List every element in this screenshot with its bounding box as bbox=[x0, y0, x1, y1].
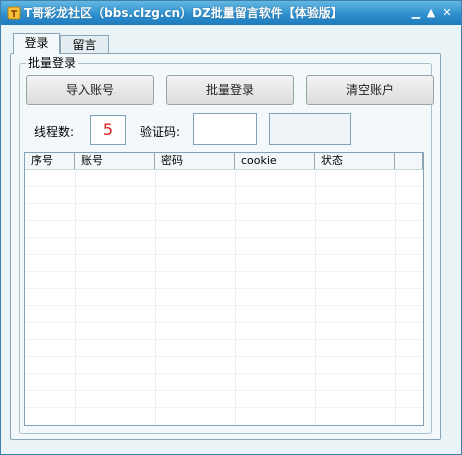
column-divider bbox=[75, 169, 76, 425]
window-title: T哥彩龙社区（bbs.clzg.cn）DZ批量留言软件【体验版】 bbox=[24, 6, 343, 20]
clear-accounts-button[interactable]: 清空账户 bbox=[306, 75, 434, 105]
threads-label: 线程数: bbox=[34, 125, 75, 139]
batch-login-button[interactable]: 批量登录 bbox=[166, 75, 294, 105]
row-divider bbox=[25, 288, 423, 289]
accounts-table[interactable]: 序号 账号 密码 cookie 状态 bbox=[24, 152, 424, 426]
column-divider bbox=[315, 169, 316, 425]
row-divider bbox=[25, 339, 423, 340]
column-header-cookie[interactable]: cookie bbox=[235, 153, 315, 169]
group-title: 批量登录 bbox=[26, 55, 79, 71]
row-divider bbox=[25, 237, 423, 238]
row-divider bbox=[25, 407, 423, 408]
tab-message[interactable]: 留言 bbox=[60, 35, 109, 54]
captcha-image[interactable] bbox=[269, 113, 351, 145]
column-divider bbox=[235, 169, 236, 425]
column-header-index[interactable]: 序号 bbox=[25, 153, 75, 169]
column-divider bbox=[395, 169, 396, 425]
row-divider bbox=[25, 305, 423, 306]
app-icon bbox=[7, 6, 21, 20]
row-divider bbox=[25, 356, 423, 357]
table-header: 序号 账号 密码 cookie 状态 bbox=[25, 153, 423, 170]
tab-login[interactable]: 登录 bbox=[13, 33, 60, 54]
title-bar[interactable]: T哥彩龙社区（bbs.clzg.cn）DZ批量留言软件【体验版】 ▁ ▲ ✕ bbox=[1, 1, 461, 25]
column-header-spacer bbox=[395, 153, 423, 169]
row-divider bbox=[25, 203, 423, 204]
row-divider bbox=[25, 254, 423, 255]
threads-input[interactable]: 5 bbox=[90, 115, 126, 145]
row-divider bbox=[25, 271, 423, 272]
row-divider bbox=[25, 322, 423, 323]
app-window: T哥彩龙社区（bbs.clzg.cn）DZ批量留言软件【体验版】 ▁ ▲ ✕ 登… bbox=[0, 0, 462, 455]
column-divider bbox=[155, 169, 156, 425]
row-divider bbox=[25, 373, 423, 374]
tab-panel-login: 批量登录 导入账号 批量登录 清空账户 线程数: 5 验证码: 序号 账号 密码… bbox=[10, 53, 441, 440]
row-divider bbox=[25, 390, 423, 391]
captcha-label: 验证码: bbox=[140, 125, 181, 139]
minimize-icon[interactable]: ▁ bbox=[409, 6, 423, 20]
column-header-status[interactable]: 状态 bbox=[315, 153, 395, 169]
close-icon[interactable]: ✕ bbox=[440, 6, 454, 20]
captcha-input[interactable] bbox=[193, 113, 257, 145]
import-accounts-button[interactable]: 导入账号 bbox=[26, 75, 154, 105]
column-header-password[interactable]: 密码 bbox=[155, 153, 235, 169]
column-header-account[interactable]: 账号 bbox=[75, 153, 155, 169]
row-divider bbox=[25, 220, 423, 221]
row-divider bbox=[25, 186, 423, 187]
maximize-icon[interactable]: ▲ bbox=[424, 6, 438, 20]
